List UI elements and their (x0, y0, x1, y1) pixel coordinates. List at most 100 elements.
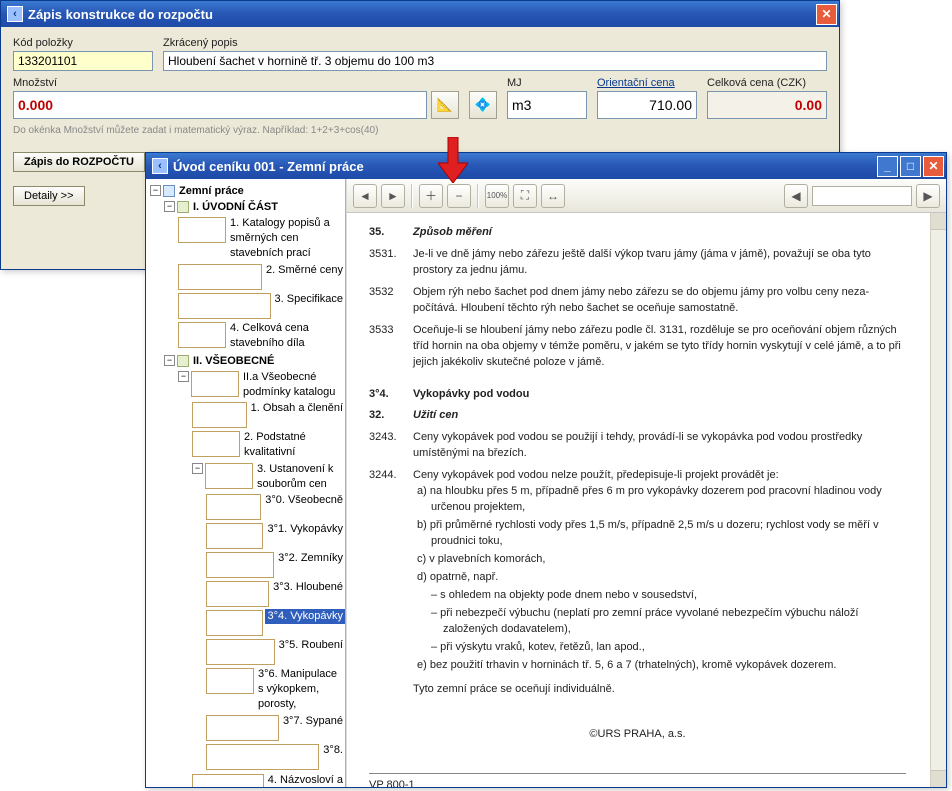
doc-icon (192, 402, 247, 428)
scrollbar[interactable] (930, 213, 946, 787)
lookup-icon-button[interactable]: 💠 (469, 91, 497, 119)
doc-icon (191, 371, 239, 397)
collapse-icon[interactable]: − (178, 371, 189, 382)
tree-item[interactable]: 4. Názvosloví a (266, 773, 345, 787)
section-icon (177, 355, 189, 367)
tree-item[interactable]: 2. Podstatné kvalitativní (242, 430, 345, 460)
doc-icon (178, 293, 271, 319)
win2-titlebar[interactable]: ‹ Úvod ceníku 001 - Zemní práce _ □ ✕ (146, 153, 946, 179)
win1-close-button[interactable]: ✕ (816, 4, 837, 25)
tree-item[interactable]: II.a Všeobecné podmínky katalogu (241, 370, 345, 400)
doc-icon (206, 668, 254, 694)
doc-para-num: 3244. (369, 468, 413, 675)
tree-item[interactable]: 3. Ustanovení k souborům cen (255, 462, 345, 492)
doc-icon (206, 715, 279, 741)
nav-forward-button[interactable]: ► (381, 184, 405, 208)
search-next-button[interactable]: ▶ (916, 184, 940, 208)
tree-root[interactable]: Zemní práce (177, 184, 246, 199)
doc-list-subitem: – s ohledem na objekty pode dnem nebo v … (413, 588, 906, 604)
label-mj: MJ (507, 77, 587, 89)
orient-input[interactable] (597, 91, 697, 119)
tree-item[interactable]: 3°1. Vykopávky (265, 522, 345, 537)
win2-title: Úvod ceníku 001 - Zemní práce (173, 159, 364, 174)
detaily-button[interactable]: Detaily >> (13, 186, 85, 206)
collapse-icon[interactable]: − (150, 185, 161, 196)
kod-input[interactable] (13, 51, 153, 71)
pricelist-intro-window: ‹ Úvod ceníku 001 - Zemní práce _ □ ✕ −Z… (145, 152, 947, 788)
doc-copyright: ©URS PRAHA, a.s. (369, 727, 906, 743)
tree-item[interactable]: 3°6. Manipulace s výkopkem, porosty, (256, 667, 345, 712)
doc-footer: VP 800-1 (369, 773, 906, 787)
tree-item[interactable]: 3°3. Hloubené (271, 580, 345, 595)
tree-s1[interactable]: I. ÚVODNÍ ČÁST (191, 200, 280, 215)
tree-item[interactable]: 4. Celková cena stavebního díla (228, 321, 345, 351)
document-area[interactable]: 35.Způsob měření 3531.Je-li ve dně jámy … (347, 213, 946, 787)
viewer-toolbar: ◄ ► ＋ − 100% ⛶ ↔ ◀ ▶ (347, 179, 946, 213)
doc-icon (178, 322, 226, 348)
popis-input[interactable] (163, 51, 827, 71)
label-celk: Celková cena (CZK) (707, 77, 827, 89)
doc-icon (206, 494, 261, 520)
doc-list-item: b) při průměrné rychlosti vody přes 1,5 … (413, 518, 906, 550)
tree-item[interactable]: 3°0. Všeobecně (263, 493, 345, 508)
fit-width-button[interactable]: ↔ (541, 184, 565, 208)
tree-item[interactable]: 3. Specifikace (273, 292, 345, 307)
label-kod: Kód položky (13, 37, 153, 49)
mj-input[interactable] (507, 91, 587, 119)
search-input[interactable] (812, 186, 912, 206)
collapse-icon[interactable]: − (192, 463, 203, 474)
collapse-icon[interactable]: − (164, 355, 175, 366)
mnozstvi-input[interactable] (13, 91, 427, 119)
collapse-icon[interactable]: − (164, 201, 175, 212)
tree-item[interactable]: 3°2. Zemníky (276, 551, 345, 566)
doc-heading: Užití cen (413, 408, 906, 424)
doc-heading: Způsob měření (413, 225, 906, 241)
minimize-button[interactable]: _ (877, 156, 898, 177)
doc-heading: Vykopávky pod vodou (413, 387, 906, 403)
tree-s2[interactable]: II. VŠEOBECNÉ (191, 354, 276, 369)
doc-list-item: a) na hloubku přes 5 m, případně přes 6 … (413, 484, 906, 516)
doc-list-item: e) bez použití trhavin v horninách tř. 5… (413, 658, 906, 674)
doc-icon (192, 774, 264, 787)
zoom-in-button[interactable]: ＋ (419, 184, 443, 208)
win1-title: Zápis konstrukce do rozpočtu (28, 7, 213, 22)
doc-para: Objem rýh nebo šachet pod dnem jámy nebo… (413, 285, 906, 317)
tree-item-selected[interactable]: 3°4. Vykopávky (265, 609, 345, 624)
doc-heading-num: 35. (369, 225, 413, 241)
zapis-button[interactable]: Zápis do ROZPOČTU (13, 152, 145, 172)
doc-list-subitem: – při nebezpečí výbuchu (neplatí pro zem… (413, 606, 906, 638)
doc-para: Tyto zemní práce se oceňují individuálně… (413, 682, 906, 698)
tree-item[interactable]: 3°8. (321, 743, 345, 758)
tree-item[interactable]: 3°7. Sypané (281, 714, 345, 729)
zoom-pct-button[interactable]: 100% (485, 184, 509, 208)
doc-list-subitem: – při výskytu vraků, kotev, řetězů, lan … (413, 640, 906, 656)
calc-icon-button[interactable]: 📐 (431, 91, 459, 119)
doc-icon (206, 552, 274, 578)
doc-icon (206, 610, 263, 636)
app-icon: ‹ (152, 158, 168, 174)
doc-para: Ceny vykopávek pod vodou se použijí i te… (413, 430, 906, 462)
zoom-out-button[interactable]: − (447, 184, 471, 208)
label-orient[interactable]: Orientační cena (597, 77, 697, 89)
search-prev-button[interactable]: ◀ (784, 184, 808, 208)
celk-output (707, 91, 827, 119)
app-icon: ‹ (7, 6, 23, 22)
nav-back-button[interactable]: ◄ (353, 184, 377, 208)
doc-para: Ceny vykopávek pod vodou nelze použít, p… (413, 468, 906, 484)
tree-pane[interactable]: −Zemní práce −I. ÚVODNÍ ČÁST 1. Katalogy… (146, 179, 346, 787)
doc-icon (206, 523, 263, 549)
doc-para: Oceňuje-li se hloubení jámy nebo zářezu … (413, 323, 906, 371)
win2-close-button[interactable]: ✕ (923, 156, 944, 177)
doc-para-num: 3531. (369, 247, 413, 279)
tree-item[interactable]: 3°5. Roubení (277, 638, 345, 653)
tree-item[interactable]: 1. Katalogy popisů a směrných cen staveb… (228, 216, 345, 261)
fit-page-button[interactable]: ⛶ (513, 184, 537, 208)
doc-list-item: d) opatrně, např. (413, 570, 906, 586)
hint-text: Do okénka Množství můžete zadat i matema… (13, 125, 827, 136)
tree-item[interactable]: 1. Obsah a členění (249, 401, 345, 416)
win1-titlebar[interactable]: ‹ Zápis konstrukce do rozpočtu ✕ (1, 1, 839, 27)
doc-heading-num: 32. (369, 408, 413, 424)
maximize-button[interactable]: □ (900, 156, 921, 177)
tree-item[interactable]: 2. Směrné ceny (264, 263, 345, 278)
doc-icon (205, 463, 253, 489)
